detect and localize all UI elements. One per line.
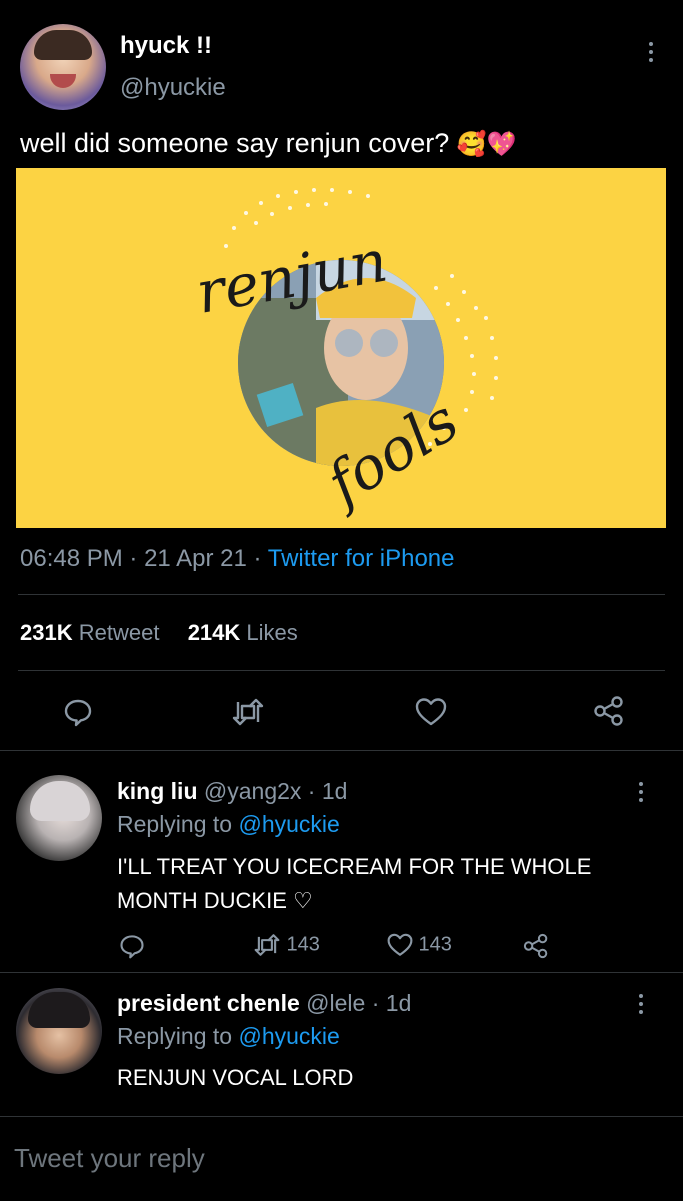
reply-icon[interactable]	[62, 696, 94, 728]
retweets-count: 231K	[20, 620, 73, 645]
reply-text: RENJUN VOCAL LORD	[117, 1065, 354, 1090]
more-options-icon[interactable]	[648, 42, 654, 66]
divider	[18, 594, 665, 595]
author-handle[interactable]: @hyuckie	[120, 74, 226, 102]
reply-retweet-count: 143	[286, 933, 320, 956]
replying-to-handle[interactable]: @hyuckie	[238, 1023, 339, 1049]
divider	[0, 750, 683, 751]
retweet-icon[interactable]	[230, 696, 266, 728]
reply-avatar[interactable]	[16, 988, 102, 1074]
likes-label: Likes	[246, 620, 298, 645]
reply-more-options-icon[interactable]	[638, 994, 644, 1018]
reply-handle[interactable]: @lele	[306, 990, 365, 1016]
tweet-source-link[interactable]: Twitter for iPhone	[268, 545, 455, 572]
retweets-stat[interactable]: 231K Retweet	[20, 620, 166, 645]
retweet-icon	[252, 932, 282, 958]
reply-retweet-action[interactable]: 143	[252, 932, 320, 958]
replying-to-label: Replying to	[117, 811, 233, 837]
tweet-media-image[interactable]: renjun fools	[16, 168, 666, 528]
reply-header: president chenle @lele · 1d	[117, 990, 412, 1016]
like-icon[interactable]	[414, 696, 448, 728]
tweet-time: 06:48 PM	[20, 545, 123, 572]
retweets-label: Retweet	[78, 620, 160, 645]
share-icon[interactable]	[592, 694, 626, 728]
divider	[0, 972, 683, 973]
reply-like-count: 143	[418, 933, 452, 956]
likes-stat[interactable]: 214K Likes	[188, 620, 298, 645]
reply-input[interactable]	[12, 1135, 656, 1181]
share-icon[interactable]	[522, 932, 550, 960]
replying-to-handle[interactable]: @hyuckie	[238, 811, 339, 837]
reply-replying-to: Replying to @hyuckie	[117, 1023, 340, 1050]
media-artwork: renjun fools	[191, 188, 498, 520]
likes-count: 214K	[187, 620, 241, 645]
engagement-stats: 231K Retweet 214K Likes	[20, 620, 298, 646]
reply-avatar[interactable]	[16, 775, 102, 861]
reply-text: I'LL TREAT YOU ICECREAM FOR THE WHOLE MO…	[117, 854, 592, 913]
reply-replying-to: Replying to @hyuckie	[117, 811, 340, 838]
author-display-name[interactable]: hyuck !!	[120, 32, 212, 60]
tweet-meta-row: 06:48 PM · 21 Apr 21 · Twitter for iPhon…	[20, 545, 455, 572]
reply-more-options-icon[interactable]	[638, 782, 644, 806]
tweet-date: 21 Apr 21	[144, 545, 247, 572]
reply-icon[interactable]	[118, 932, 146, 960]
tweet-emoji: 🥰💖	[456, 131, 517, 158]
composer-bar	[0, 1116, 683, 1201]
reply-display-name[interactable]: president chenle	[117, 990, 300, 1016]
reply-header: king liu @yang2x · 1d	[117, 778, 348, 804]
reply-age: 1d	[321, 778, 348, 804]
reply-age: 1d	[385, 990, 412, 1016]
reply-display-name[interactable]: king liu	[117, 778, 198, 804]
tweet-text: well did someone say renjun cover?	[20, 128, 450, 158]
like-icon	[386, 932, 414, 958]
divider	[18, 670, 665, 671]
author-avatar[interactable]	[20, 24, 106, 110]
reply-handle[interactable]: @yang2x	[204, 778, 302, 804]
replying-to-label: Replying to	[117, 1023, 233, 1049]
reply-like-action[interactable]: 143	[386, 932, 452, 958]
tweet-text-row: well did someone say renjun cover? 🥰💖	[20, 128, 517, 159]
